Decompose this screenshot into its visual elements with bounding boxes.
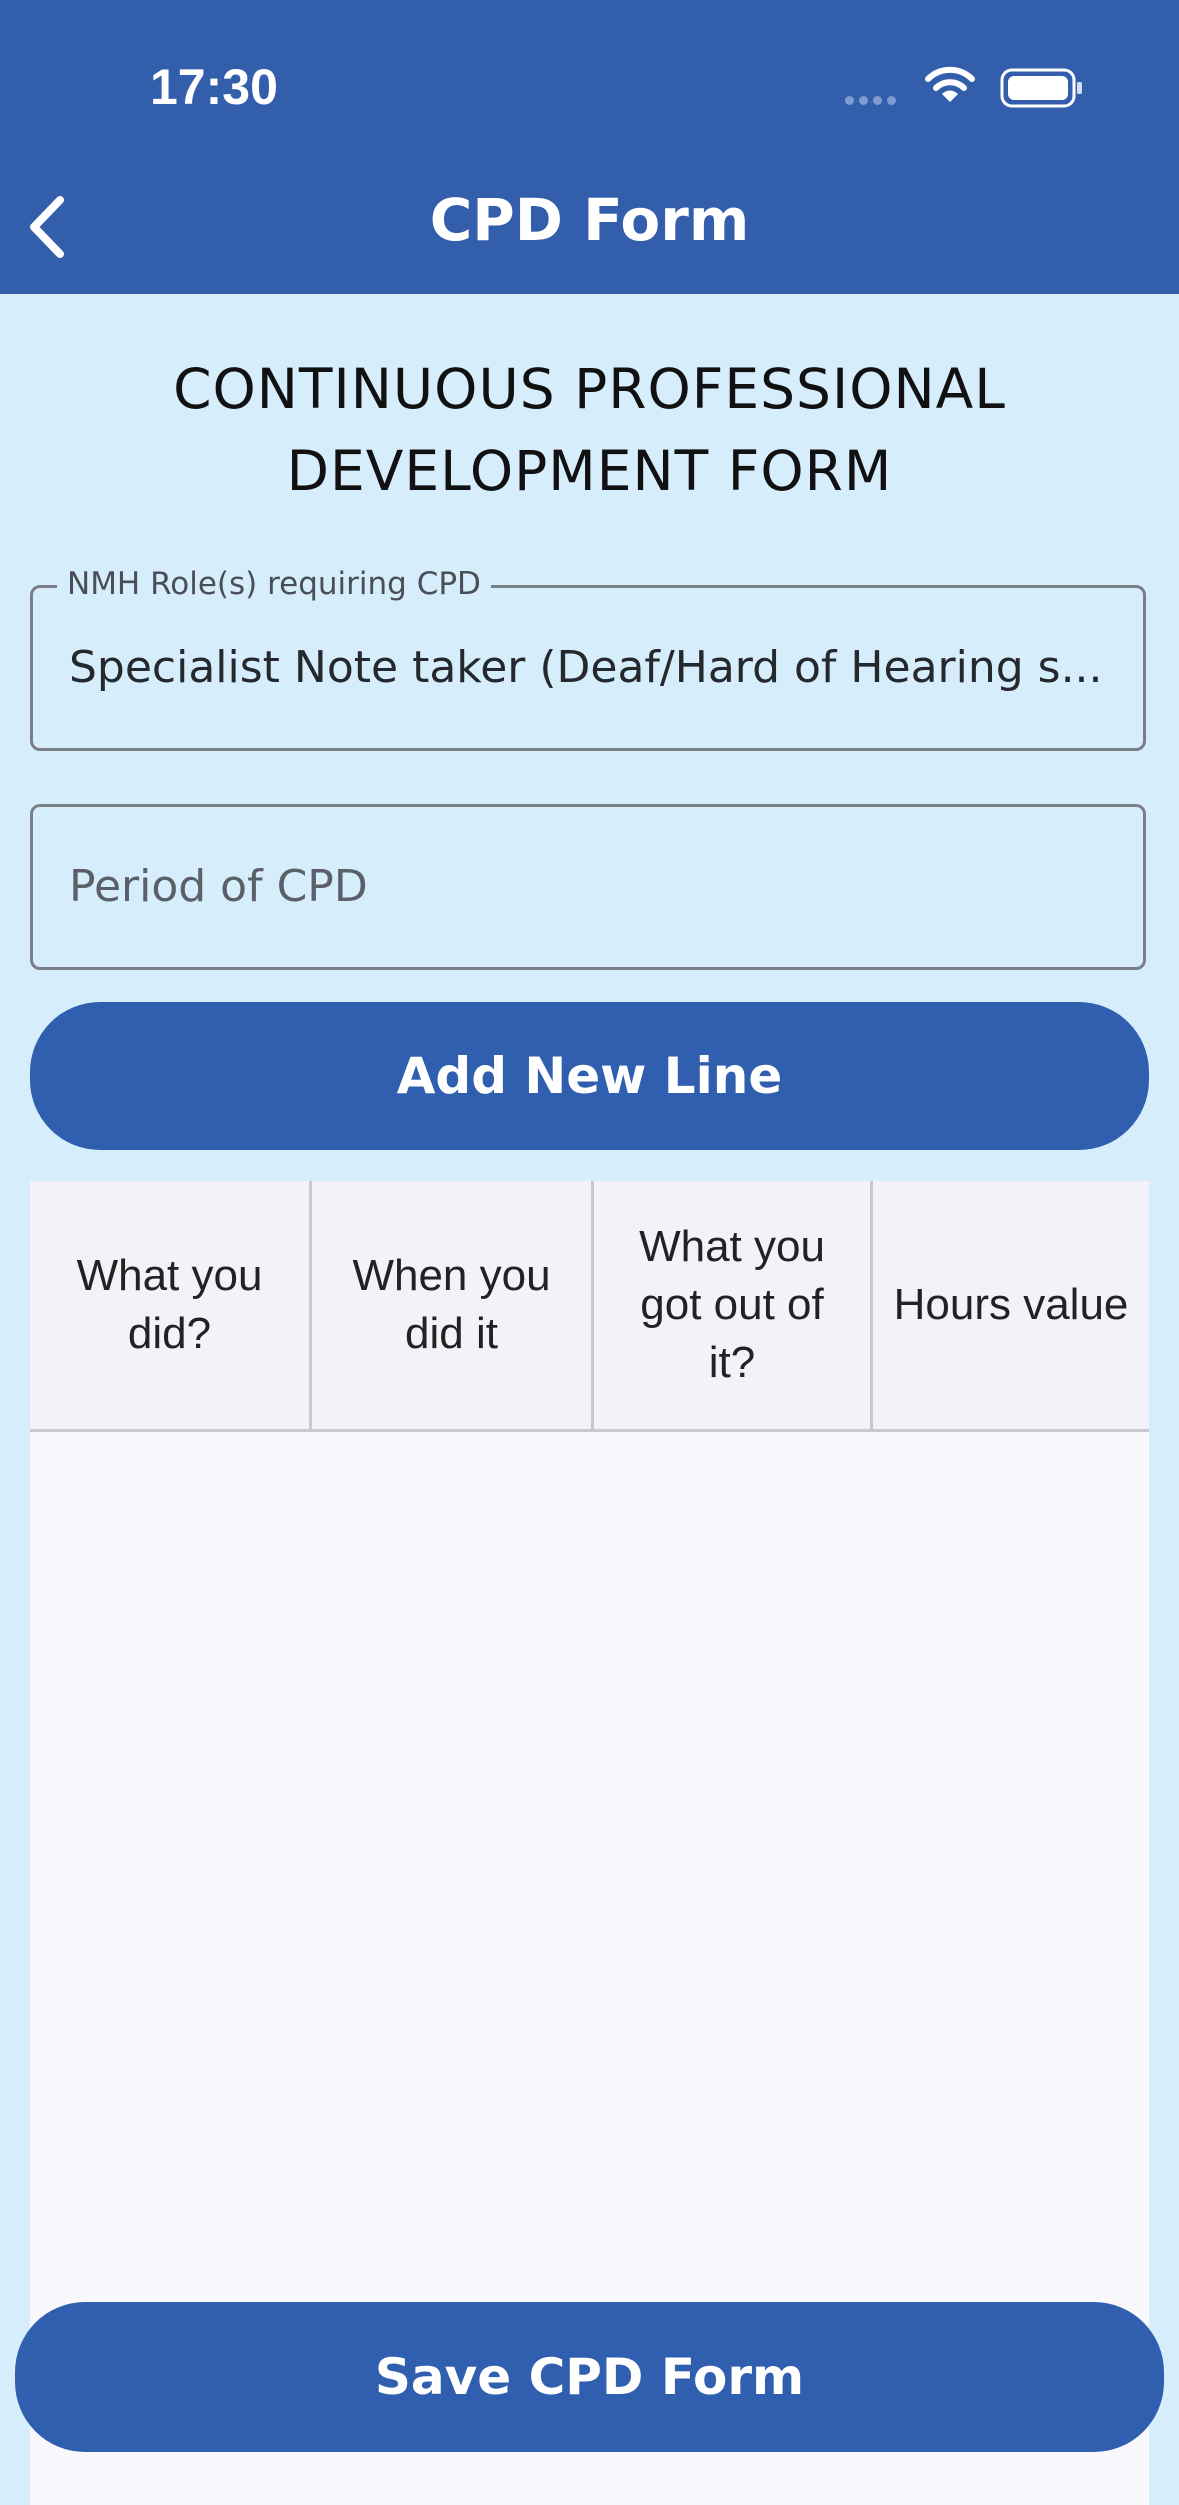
role-field-value[interactable]: Specialist Note taker (Deaf/Hard of Hear… <box>69 642 1107 693</box>
form-heading-line-1: CONTINUOUS PROFESSIONAL <box>173 357 1006 421</box>
column-header-what-you-did: What you did? <box>76 1251 263 1358</box>
column-header-when-you-did-it: When you did it <box>309 1181 591 1429</box>
form-heading: CONTINUOUS PROFESSIONAL DEVELOPMENT FORM <box>60 348 1119 512</box>
page-title: CPD Form <box>429 186 750 254</box>
save-cpd-form-button[interactable]: Save CPD Form <box>15 2302 1164 2452</box>
add-new-line-button[interactable]: Add New Line <box>30 1002 1149 1150</box>
column-header-what-you-got-out: What you got out of it? <box>591 1181 870 1429</box>
status-time: 17:30 <box>150 59 278 115</box>
period-field-placeholder[interactable]: Period of CPD <box>69 861 368 912</box>
table-header: What you did? When you did it What you g… <box>30 1181 1149 1432</box>
period-field[interactable]: Period of CPD <box>30 804 1146 970</box>
app-header: 17:30 CPD Form <box>0 0 1179 294</box>
form-heading-line-2: DEVELOPMENT FORM <box>286 439 893 503</box>
wifi-icon <box>925 66 975 102</box>
column-header-hours-value: Hours value <box>870 1181 1149 1429</box>
role-select-field[interactable]: NMH Role(s) requiring CPD Specialist Not… <box>30 566 1146 751</box>
cellular-signal-icon <box>845 96 896 105</box>
role-field-label: NMH Role(s) requiring CPD <box>57 566 491 602</box>
battery-icon <box>1000 68 1082 108</box>
